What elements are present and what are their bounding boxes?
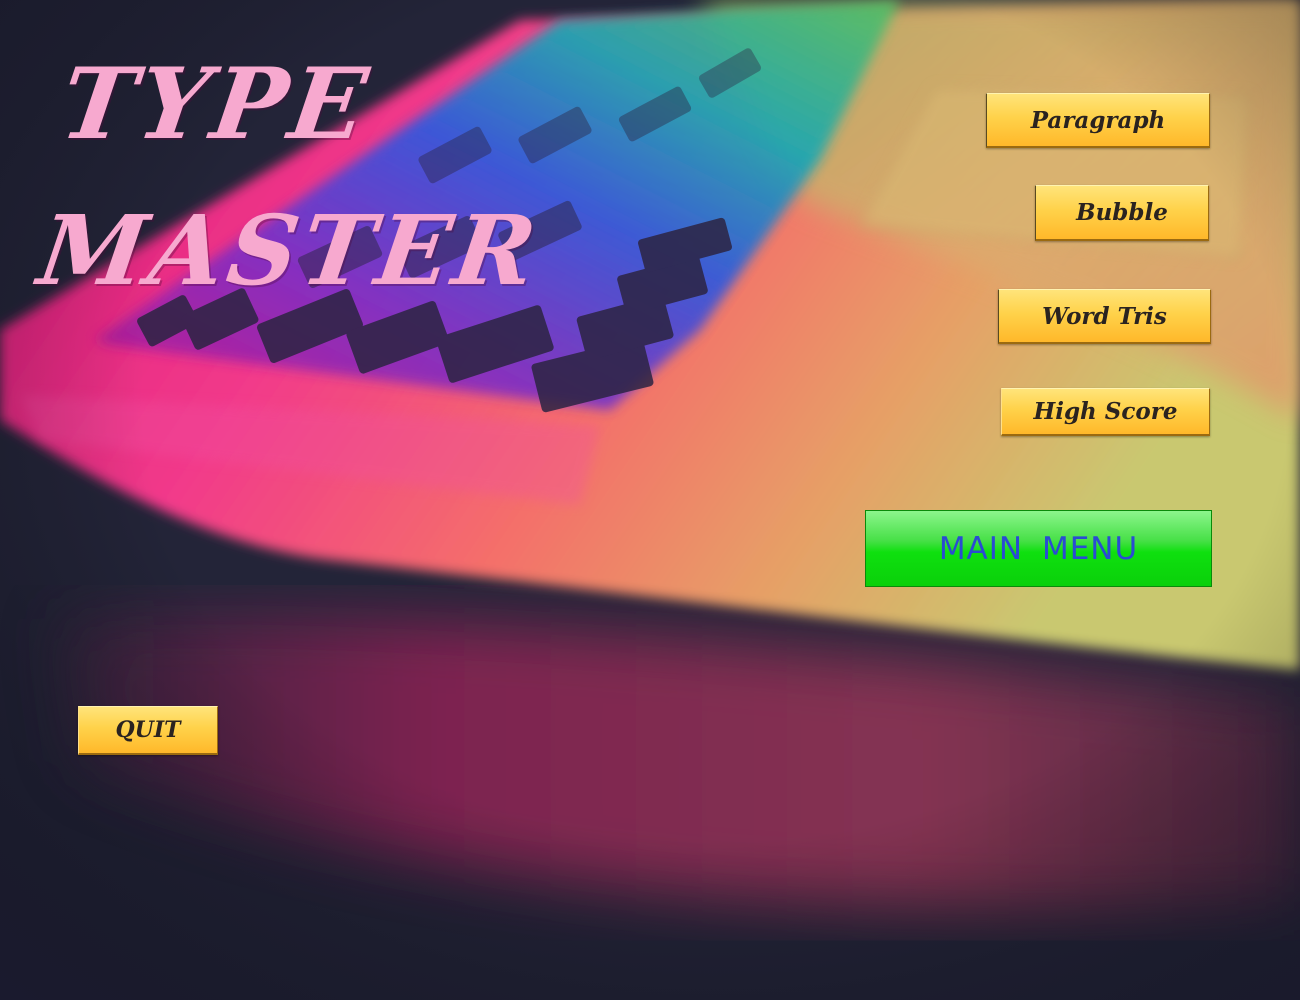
game-title-line-2: MASTER	[32, 194, 547, 307]
main-menu-screen: TYPE MASTER Paragraph Bubble Word Tris H…	[0, 0, 1300, 1000]
high-score-button[interactable]: High Score	[1001, 388, 1210, 436]
bubble-mode-button[interactable]: Bubble	[1035, 185, 1209, 241]
word-tris-mode-button[interactable]: Word Tris	[998, 289, 1211, 344]
game-title-line-1: TYPE	[53, 47, 378, 162]
paragraph-mode-button[interactable]: Paragraph	[986, 93, 1210, 148]
main-menu-button[interactable]: MAIN MENU	[865, 510, 1212, 587]
quit-button[interactable]: QUIT	[78, 706, 218, 755]
